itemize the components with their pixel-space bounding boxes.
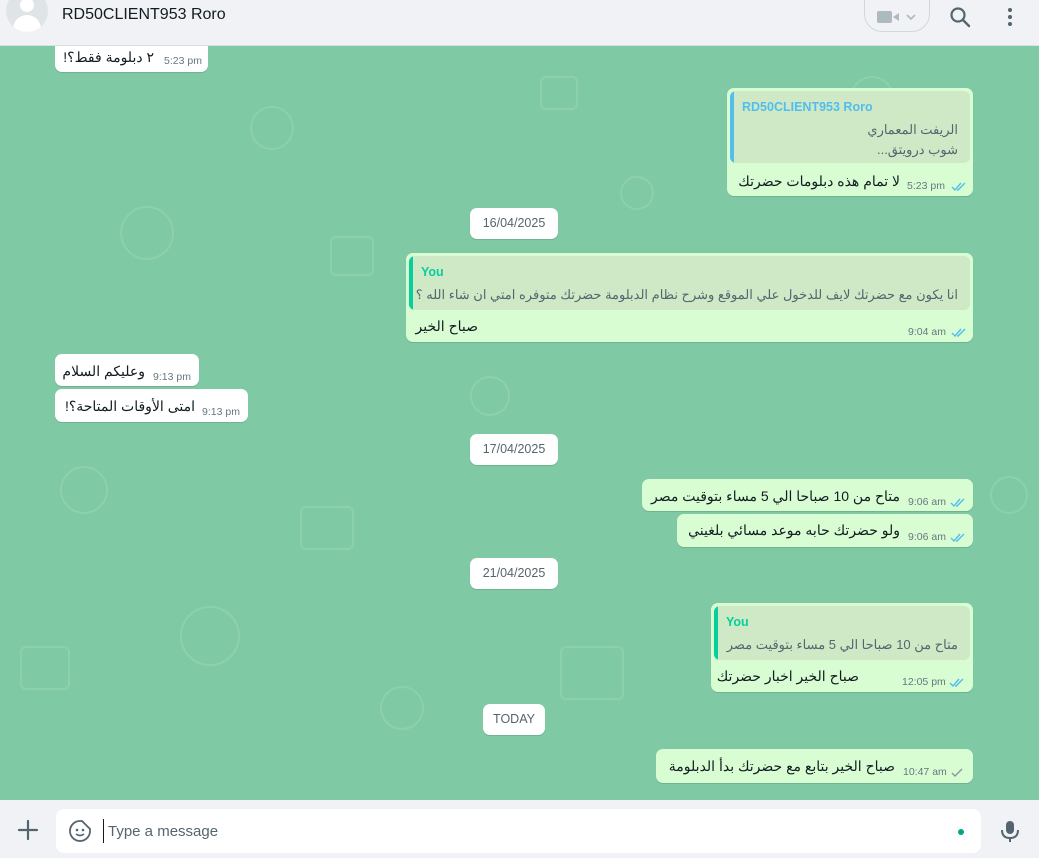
message-incoming[interactable]: وعليكم السلام 9:13 pm bbox=[55, 354, 199, 386]
read-ticks-icon bbox=[950, 498, 965, 508]
message-time: 5:23 pm bbox=[907, 180, 945, 192]
read-ticks-icon bbox=[951, 328, 966, 338]
read-ticks-icon bbox=[950, 533, 965, 543]
quoted-message[interactable]: You متاح من 10 صباحا الي 5 مساء بتوقيت م… bbox=[714, 606, 970, 660]
message-time: 9:04 am bbox=[908, 326, 946, 338]
message-text: امتى الأوقات المتاحة؟! bbox=[64, 398, 195, 414]
read-ticks-icon bbox=[951, 182, 966, 192]
quote-text: الريفت المعماري bbox=[867, 122, 958, 137]
message-text: وعليكم السلام bbox=[62, 363, 145, 379]
message-time: 9:06 am bbox=[908, 496, 946, 508]
composer-bar bbox=[0, 800, 1039, 858]
video-call-icon bbox=[877, 11, 916, 23]
quote-author: You bbox=[421, 265, 444, 279]
avatar-icon[interactable] bbox=[6, 0, 48, 32]
date-separator: 17/04/2025 bbox=[470, 434, 558, 465]
message-outgoing[interactable]: You متاح من 10 صباحا الي 5 مساء بتوقيت م… bbox=[711, 603, 973, 692]
message-outgoing[interactable]: RD50CLIENT953 Roro الريفت المعماري شوب د… bbox=[727, 88, 973, 196]
chat-area[interactable]: ٢ دبلومة فقط؟! 5:23 pm RD50CLIENT953 Ror… bbox=[0, 46, 1039, 800]
message-text: صباح الخير بتابع مع حضرتك بدأ الدبلومة bbox=[668, 758, 895, 774]
menu-icon[interactable] bbox=[998, 5, 1022, 29]
sticker-icon[interactable] bbox=[68, 819, 92, 843]
message-text: ولو حضرتك حابه موعد مسائي بلغيني bbox=[688, 522, 900, 538]
message-text: متاح من 10 صباحا الي 5 مساء بتوقيت مصر bbox=[650, 488, 900, 504]
message-input[interactable] bbox=[103, 819, 943, 843]
read-ticks-icon bbox=[949, 678, 964, 688]
quote-text: متاح من 10 صباحا الي 5 مساء بتوقيت مصر bbox=[726, 637, 958, 652]
date-separator: 21/04/2025 bbox=[470, 558, 558, 589]
plus-icon[interactable] bbox=[16, 818, 40, 842]
sent-tick-icon bbox=[951, 768, 963, 777]
message-input-box[interactable] bbox=[56, 809, 981, 853]
date-separator: TODAY bbox=[483, 704, 545, 735]
message-text: صباح الخير bbox=[415, 318, 478, 334]
date-separator: 16/04/2025 bbox=[470, 208, 558, 239]
quoted-message[interactable]: RD50CLIENT953 Roro الريفت المعماري شوب د… bbox=[730, 91, 970, 163]
message-outgoing[interactable]: صباح الخير بتابع مع حضرتك بدأ الدبلومة 1… bbox=[656, 749, 973, 783]
quote-text: انا يكون مع حضرتك لايف للدخول علي الموقع… bbox=[415, 287, 958, 302]
message-time: 12:05 pm bbox=[902, 676, 946, 688]
message-time: 10:47 am bbox=[903, 766, 947, 778]
status-dot bbox=[958, 829, 964, 835]
message-text: صباح الخير اخبار حضرتك bbox=[716, 668, 859, 684]
message-time: 9:13 pm bbox=[153, 371, 191, 383]
message-time: 5:23 pm bbox=[164, 55, 202, 67]
search-icon[interactable] bbox=[948, 5, 972, 29]
quote-author: You bbox=[726, 615, 749, 629]
video-call-button[interactable] bbox=[864, 0, 930, 32]
mic-icon[interactable] bbox=[999, 819, 1021, 843]
quote-text: شوب درويتق... bbox=[876, 142, 958, 157]
quoted-message[interactable]: You انا يكون مع حضرتك لايف للدخول علي ال… bbox=[409, 256, 970, 310]
quote-author: RD50CLIENT953 Roro bbox=[742, 100, 873, 114]
message-outgoing[interactable]: ولو حضرتك حابه موعد مسائي بلغيني 9:06 am bbox=[677, 514, 973, 547]
message-outgoing[interactable]: متاح من 10 صباحا الي 5 مساء بتوقيت مصر 9… bbox=[642, 479, 973, 511]
message-incoming[interactable]: ٢ دبلومة فقط؟! 5:23 pm bbox=[55, 46, 208, 72]
contact-name[interactable]: RD50CLIENT953 Roro bbox=[62, 6, 226, 24]
message-time: 9:13 pm bbox=[202, 406, 240, 418]
message-text: لا تمام هذه دبلومات حضرتك bbox=[738, 173, 900, 189]
message-text: ٢ دبلومة فقط؟! bbox=[63, 49, 154, 65]
message-incoming[interactable]: امتى الأوقات المتاحة؟! 9:13 pm bbox=[55, 389, 248, 422]
message-time: 9:06 am bbox=[908, 531, 946, 543]
message-outgoing[interactable]: You انا يكون مع حضرتك لايف للدخول علي ال… bbox=[406, 253, 973, 342]
chat-header: RD50CLIENT953 Roro bbox=[0, 0, 1039, 46]
